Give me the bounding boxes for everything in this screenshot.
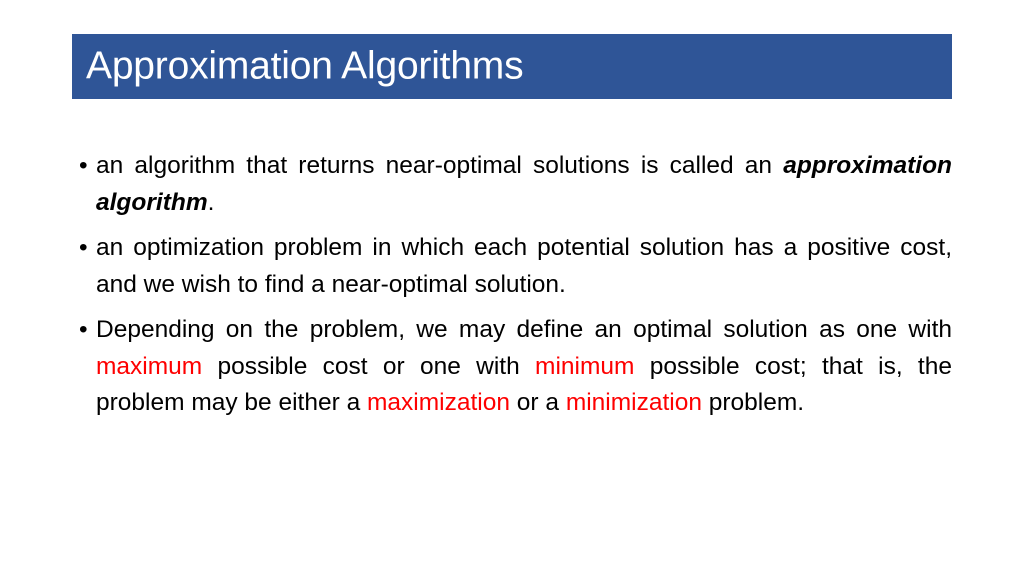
highlighted-term-minimization: minimization <box>565 389 702 416</box>
text-run: an algorithm that returns near-optimal s… <box>96 152 784 179</box>
slide-canvas: Approximation Algorithms • an algorithm … <box>0 0 1024 576</box>
text-run: . <box>207 188 215 216</box>
bullet-point-icon: • <box>79 152 88 179</box>
slide-body: • an algorithm that returns near-optimal… <box>72 148 952 422</box>
text-run: Depending on the problem, we may define … <box>96 316 952 343</box>
page-title: Approximation Algorithms <box>86 44 524 88</box>
text-run: or a <box>509 389 566 416</box>
list-item-text: Depending on the problem, we may define … <box>96 312 952 422</box>
list-item-text: an algorithm that returns near-optimal s… <box>96 148 952 221</box>
highlighted-term-maximization: maximization <box>367 389 510 416</box>
list-item-text: an optimization problem in which each po… <box>96 230 952 303</box>
bullet-point-icon: • <box>79 234 88 261</box>
highlighted-term-maximum: maximum <box>96 352 203 380</box>
highlighted-term-minimum: minimum <box>535 352 635 380</box>
text-run: an optimization problem in which each po… <box>96 234 952 298</box>
slide-title-banner: Approximation Algorithms <box>72 34 952 99</box>
list-item: • Depending on the problem, we may defin… <box>72 312 952 422</box>
text-run: problem. <box>701 389 805 416</box>
list-item: • an optimization problem in which each … <box>72 230 952 303</box>
bullet-point-icon: • <box>79 316 88 343</box>
text-run: possible cost or one with <box>202 352 536 380</box>
list-item: • an algorithm that returns near-optimal… <box>72 148 952 221</box>
